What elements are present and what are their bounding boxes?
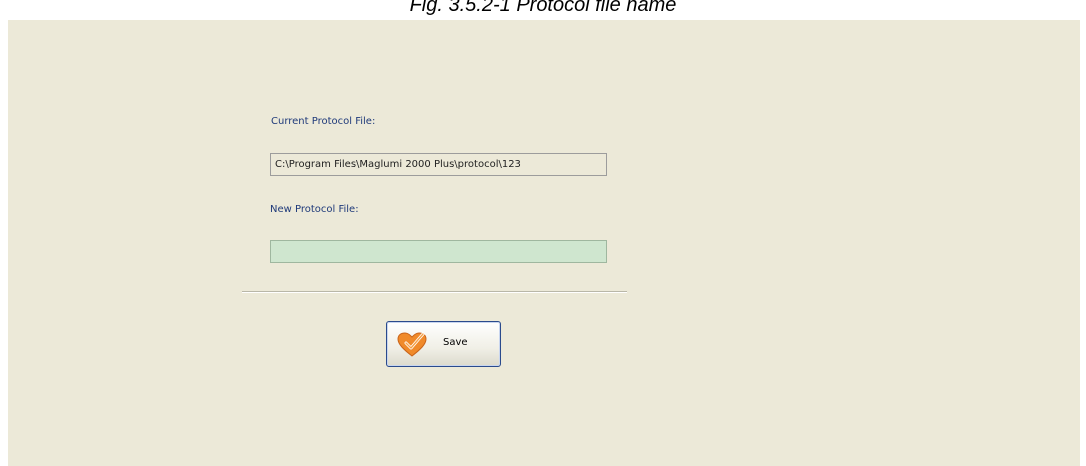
- new-protocol-file-input[interactable]: [270, 240, 607, 263]
- page: Fig. 3.5.2-1 Protocol file name Current …: [0, 0, 1086, 466]
- new-protocol-file-label: New Protocol File:: [270, 204, 359, 215]
- current-protocol-file-label: Current Protocol File:: [271, 116, 376, 127]
- heart-check-icon: [397, 332, 427, 358]
- figure-caption: Fig. 3.5.2-1 Protocol file name: [409, 0, 677, 16]
- protocol-file-panel: Current Protocol File: C:\Program Files\…: [8, 20, 1080, 466]
- divider: [242, 291, 627, 293]
- current-protocol-file-field: C:\Program Files\Maglumi 2000 Plus\proto…: [270, 153, 607, 176]
- save-button[interactable]: Save: [386, 321, 501, 367]
- save-button-label: Save: [443, 337, 468, 348]
